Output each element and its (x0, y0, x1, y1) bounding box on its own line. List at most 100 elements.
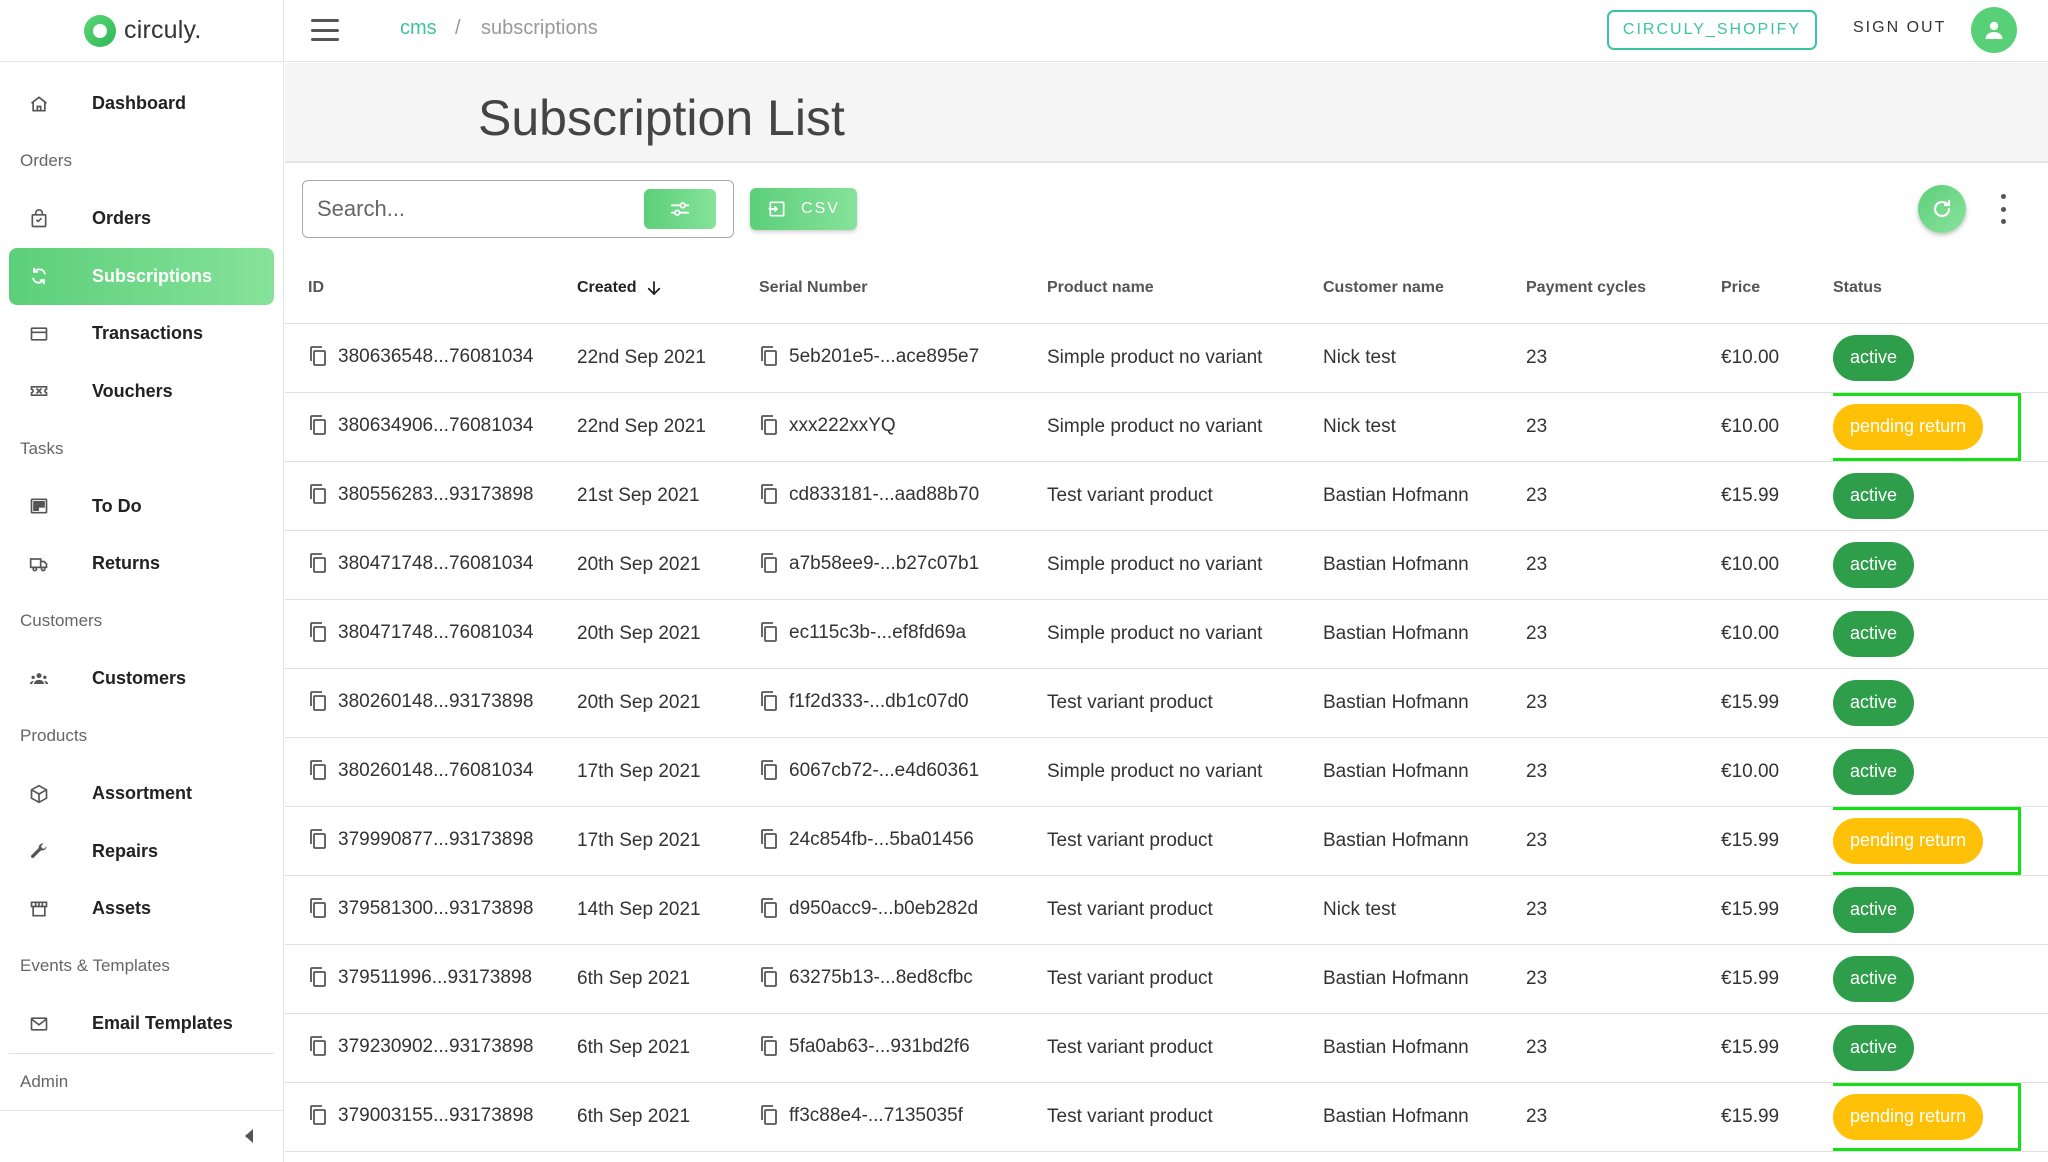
more-options-icon[interactable] (1995, 194, 2011, 224)
table-row[interactable]: 380634906...76081034 22nd Sep 2021 xxx22… (285, 392, 2048, 462)
status-badge[interactable]: active (1833, 541, 1915, 588)
cell-price: €15.99 (1721, 1013, 1833, 1083)
cell-serial: ec115c3b-...ef8fd69a (759, 599, 1047, 669)
nav-section-products: Products (20, 726, 88, 746)
cell-created: 21st Sep 2021 (577, 461, 759, 531)
table-row[interactable]: 380260148...93173898 20th Sep 2021 f1f2d… (285, 668, 2048, 738)
copy-icon[interactable] (308, 483, 328, 505)
copy-icon[interactable] (759, 552, 779, 574)
column-header-product[interactable]: Product name (1047, 253, 1323, 324)
cell-customer: Bastian Hofmann (1323, 668, 1526, 738)
table-row[interactable]: 380471748...76081034 20th Sep 2021 a7b58… (285, 530, 2048, 600)
cell-customer: Nick test (1323, 392, 1526, 462)
table-row[interactable]: 379581300...93173898 14th Sep 2021 d950a… (285, 875, 2048, 945)
status-badge[interactable]: pending return (1833, 817, 1984, 864)
table-row[interactable]: 380556283...93173898 21st Sep 2021 cd833… (285, 461, 2048, 531)
table-header-row: ID Created Serial Number Product name Cu… (285, 253, 2048, 324)
sidebar-item-vouchers[interactable]: Vouchers (9, 363, 274, 421)
sidebar-item-orders[interactable]: Orders (9, 190, 274, 248)
copy-icon[interactable] (759, 690, 779, 712)
status-badge[interactable]: pending return (1833, 1093, 1984, 1140)
serial-text: d950acc9-...b0eb282d (789, 898, 979, 920)
copy-icon[interactable] (759, 483, 779, 505)
copy-icon[interactable] (759, 1035, 779, 1057)
logo[interactable]: circuly. (0, 0, 283, 62)
status-badge[interactable]: active (1833, 334, 1915, 381)
cell-price: €15.99 (1721, 461, 1833, 531)
copy-icon[interactable] (308, 552, 328, 574)
column-header-id[interactable]: ID (285, 253, 577, 324)
copy-icon[interactable] (759, 966, 779, 988)
status-badge[interactable]: pending return (1833, 403, 1984, 450)
copy-icon[interactable] (308, 966, 328, 988)
table-row[interactable]: 379003155...93173898 6th Sep 2021 ff3c88… (285, 1082, 2048, 1152)
copy-icon[interactable] (759, 828, 779, 850)
copy-icon[interactable] (759, 414, 779, 436)
column-header-created[interactable]: Created (577, 253, 759, 324)
copy-icon[interactable] (308, 690, 328, 712)
table-row[interactable]: 379230902...93173898 6th Sep 2021 5fa0ab… (285, 1013, 2048, 1083)
copy-icon[interactable] (308, 1104, 328, 1126)
sidebar-item-dashboard[interactable]: Dashboard (9, 75, 274, 133)
status-badge[interactable]: active (1833, 748, 1915, 795)
filter-button[interactable] (644, 189, 716, 229)
copy-icon[interactable] (308, 414, 328, 436)
copy-icon[interactable] (308, 621, 328, 643)
sidebar-item-transactions[interactable]: Transactions (9, 305, 274, 363)
menu-icon[interactable] (311, 19, 339, 41)
column-header-payment-cycles[interactable]: Payment cycles (1526, 253, 1721, 324)
cell-customer: Bastian Hofmann (1323, 599, 1526, 669)
sidebar-item-customers[interactable]: Customers (9, 650, 274, 708)
table-row[interactable]: 380471748...76081034 20th Sep 2021 ec115… (285, 599, 2048, 669)
copy-icon[interactable] (308, 1035, 328, 1057)
status-badge[interactable]: active (1833, 955, 1915, 1002)
sidebar-item-returns[interactable]: Returns (9, 535, 274, 593)
table-row[interactable]: 379990877...93173898 17th Sep 2021 24c85… (285, 806, 2048, 876)
status-badge[interactable]: active (1833, 472, 1915, 519)
csv-export-button[interactable]: CSV (750, 188, 857, 230)
table-row[interactable]: 379511996...93173898 6th Sep 2021 63275b… (285, 944, 2048, 1014)
table-row[interactable]: 380636548...76081034 22nd Sep 2021 5eb20… (285, 323, 2048, 393)
column-header-customer[interactable]: Customer name (1323, 253, 1526, 324)
column-header-price[interactable]: Price (1721, 253, 1833, 324)
column-header-status[interactable]: Status (1833, 253, 2048, 324)
status-badge[interactable]: active (1833, 679, 1915, 726)
table-row[interactable]: 380260148...76081034 17th Sep 2021 6067c… (285, 737, 2048, 807)
copy-icon[interactable] (759, 621, 779, 643)
copy-icon[interactable] (759, 1104, 779, 1126)
status-badge[interactable]: active (1833, 1024, 1915, 1071)
search-input[interactable] (317, 191, 617, 227)
cell-customer: Bastian Hofmann (1323, 944, 1526, 1014)
collapse-sidebar-icon[interactable] (245, 1129, 253, 1143)
breadcrumb-cms[interactable]: cms (400, 17, 437, 40)
cell-status: pending return (1833, 806, 2048, 876)
copy-icon[interactable] (759, 759, 779, 781)
sidebar-item-assets[interactable]: Assets (9, 880, 274, 938)
status-badge[interactable]: active (1833, 610, 1915, 657)
copy-icon[interactable] (308, 345, 328, 367)
column-header-serial[interactable]: Serial Number (759, 253, 1047, 324)
csv-label: CSV (801, 200, 840, 217)
sidebar-item-to-do[interactable]: To Do (9, 478, 274, 536)
cell-product: Simple product no variant (1047, 323, 1323, 393)
cell-payment-cycles: 23 (1526, 530, 1721, 600)
sidebar-item-assortment[interactable]: Assortment (9, 765, 274, 823)
copy-icon[interactable] (308, 828, 328, 850)
sidebar-item-subscriptions[interactable]: Subscriptions (9, 247, 274, 305)
copy-icon[interactable] (759, 897, 779, 919)
sidebar-item-repairs[interactable]: Repairs (9, 823, 274, 881)
user-avatar[interactable] (1971, 7, 2017, 53)
store-icon (29, 899, 49, 919)
copy-icon[interactable] (759, 345, 779, 367)
sidebar-item-email-templates[interactable]: Email Templates (9, 995, 274, 1053)
sign-out-button[interactable]: SIGN OUT (1853, 19, 1946, 37)
serial-text: ec115c3b-...ef8fd69a (789, 622, 967, 644)
copy-icon[interactable] (308, 897, 328, 919)
export-icon (768, 201, 785, 217)
refresh-button[interactable] (1918, 185, 1966, 233)
status-badge[interactable]: active (1833, 886, 1915, 933)
cell-status: active (1833, 323, 2048, 393)
shop-switch-button[interactable]: CIRCULY_SHOPIFY (1607, 10, 1817, 50)
breadcrumb-subscriptions: subscriptions (481, 17, 598, 39)
copy-icon[interactable] (308, 759, 328, 781)
